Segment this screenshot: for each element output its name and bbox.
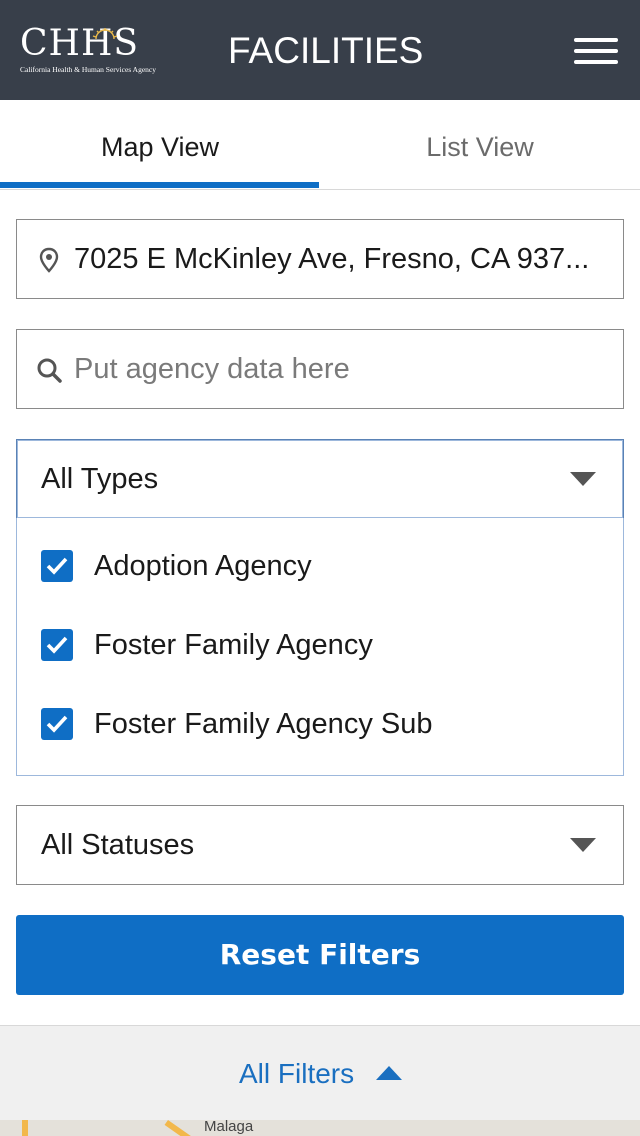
- option-label: Foster Family Agency Sub: [94, 708, 433, 740]
- location-value[interactable]: 7025 E McKinley Ave, Fresno, CA 937...: [74, 220, 609, 298]
- option-label: Foster Family Agency: [94, 629, 373, 661]
- reset-filters-button[interactable]: Reset Filters: [16, 915, 624, 995]
- option-foster-family-agency-sub[interactable]: Foster Family Agency Sub: [17, 694, 623, 754]
- agency-search-field[interactable]: [16, 329, 624, 409]
- option-adoption-agency[interactable]: Adoption Agency: [17, 536, 623, 596]
- option-label: Adoption Agency: [94, 550, 312, 582]
- status-filter-select[interactable]: All Statuses: [16, 805, 624, 885]
- hamburger-menu-icon[interactable]: [570, 34, 620, 68]
- all-filters-label: All Filters: [239, 1058, 355, 1089]
- page-title: FACILITIES: [228, 30, 424, 71]
- status-filter-value: All Statuses: [41, 829, 195, 861]
- map-road: [22, 1120, 28, 1136]
- checkbox-checked-icon[interactable]: [41, 550, 73, 582]
- tab-map-view[interactable]: Map View: [0, 100, 320, 190]
- active-tab-indicator: [0, 182, 319, 188]
- chevron-up-icon: [376, 1066, 402, 1080]
- search-icon: [37, 358, 62, 383]
- chevron-down-icon: [570, 472, 596, 486]
- option-foster-family-agency[interactable]: Foster Family Agency: [17, 615, 623, 675]
- type-filter-options: Adoption Agency Foster Family Agency Fos…: [16, 518, 624, 776]
- app-header: CHHS California Health & Human Services …: [0, 0, 640, 100]
- map-preview[interactable]: Malaga: [0, 1120, 640, 1136]
- type-filter-value: All Types: [41, 463, 159, 495]
- map-road: [164, 1120, 201, 1136]
- sun-icon: [92, 28, 118, 40]
- view-tabs: Map View List View: [0, 100, 640, 190]
- agency-search-input[interactable]: [74, 330, 604, 408]
- checkbox-checked-icon[interactable]: [41, 708, 73, 740]
- location-field[interactable]: 7025 E McKinley Ave, Fresno, CA 937...: [16, 219, 624, 299]
- tab-list-view[interactable]: List View: [320, 100, 640, 190]
- logo-subtext: California Health & Human Services Agenc…: [20, 65, 157, 74]
- menu-bar: [574, 49, 618, 53]
- menu-bar: [574, 38, 618, 42]
- menu-bar: [574, 60, 618, 64]
- chhs-logo[interactable]: CHHS California Health & Human Services …: [20, 23, 156, 76]
- map-place-label: Malaga: [204, 1120, 254, 1135]
- location-pin-icon: [39, 247, 59, 273]
- chevron-down-icon: [570, 838, 596, 852]
- type-filter-select[interactable]: All Types: [16, 439, 624, 519]
- checkbox-checked-icon[interactable]: [41, 629, 73, 661]
- all-filters-toggle[interactable]: All Filters: [0, 1025, 640, 1120]
- logo-text: CHHS: [20, 23, 139, 64]
